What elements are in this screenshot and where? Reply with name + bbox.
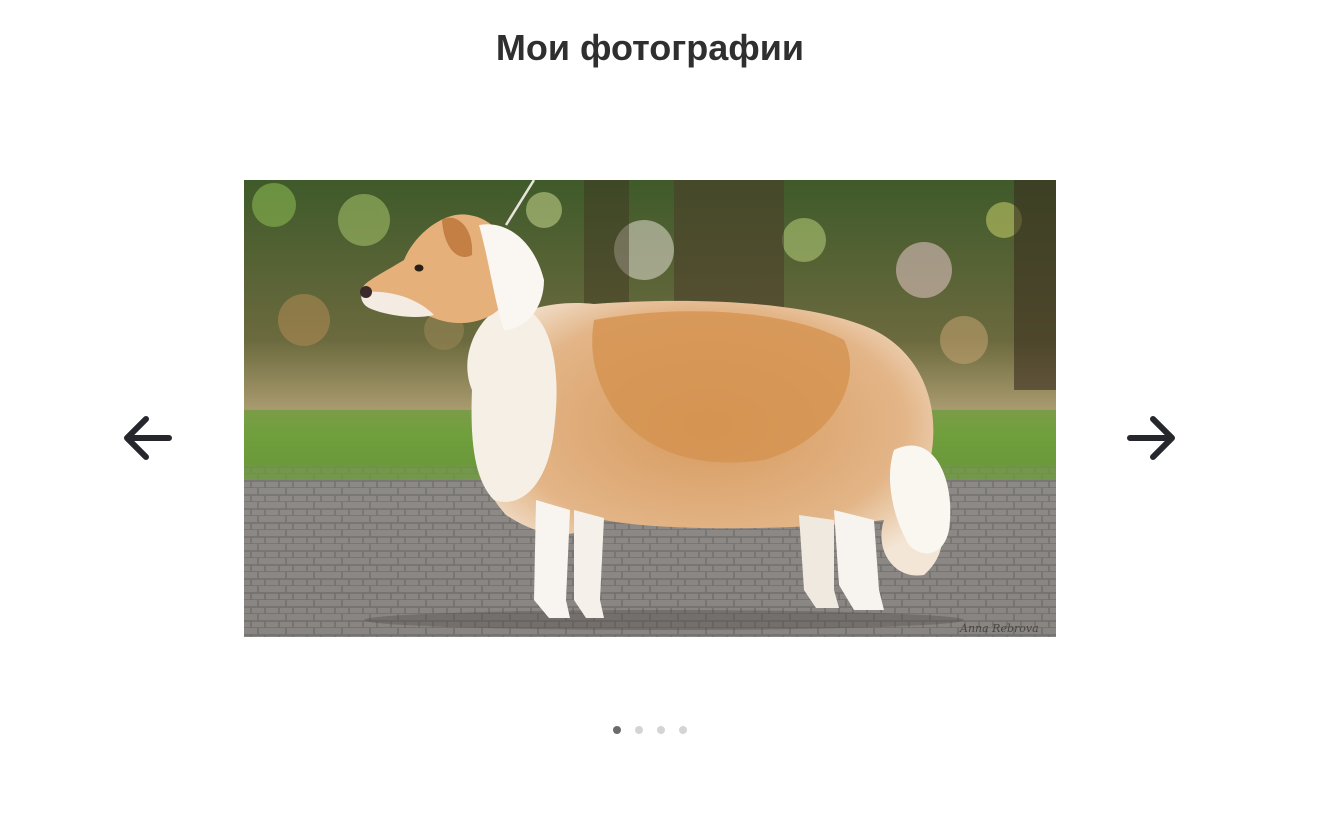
photo-watermark: Anna Rebrova (959, 622, 1039, 635)
dog-photo: Anna Rebrova (244, 180, 1056, 637)
arrow-left-icon (124, 416, 172, 460)
carousel-slide-photo: Anna Rebrova (244, 180, 1056, 637)
next-slide-button[interactable] (1120, 405, 1184, 469)
pagination-dot-2[interactable] (635, 726, 643, 734)
pagination-dot-3[interactable] (657, 726, 665, 734)
previous-slide-button[interactable] (115, 405, 179, 469)
pagination-dot-4[interactable] (679, 726, 687, 734)
pagination-dot-1[interactable] (613, 726, 621, 734)
arrow-right-icon (1127, 416, 1175, 460)
carousel-pagination (613, 726, 687, 734)
page-title: Мои фотографии (495, 27, 805, 68)
photo-gallery-page: Мои фотографии Anna Rebrova (0, 0, 1342, 823)
